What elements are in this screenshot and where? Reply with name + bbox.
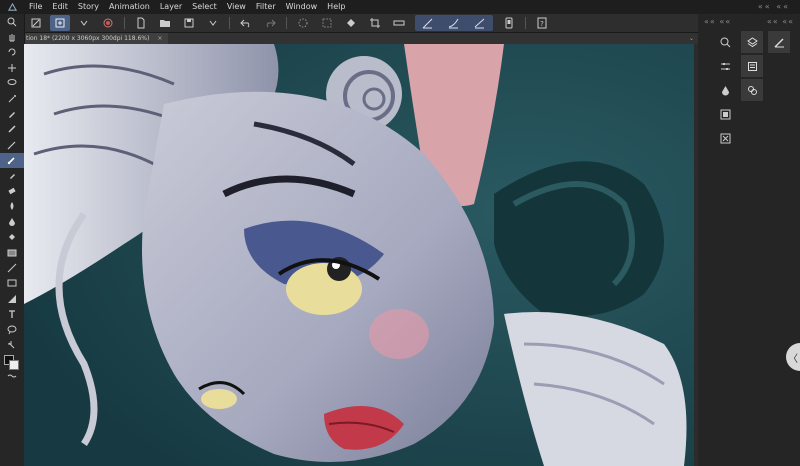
water-drop-icon[interactable] — [0, 214, 24, 229]
tool-palette — [0, 14, 25, 466]
frame-icon[interactable] — [0, 291, 24, 306]
sliders-icon[interactable] — [714, 55, 736, 77]
menu-animation[interactable]: Animation — [104, 0, 155, 14]
gradient-icon[interactable] — [0, 245, 24, 260]
menu-edit[interactable]: Edit — [47, 0, 73, 14]
panel-toggle-arrows[interactable]: «« «« — [758, 0, 790, 14]
chevron-down-icon[interactable]: ⌄ — [689, 33, 694, 44]
menu-help[interactable]: Help — [322, 0, 350, 14]
toolbar-divider — [229, 17, 230, 29]
dock-column-1 — [712, 30, 738, 150]
eyedropper-icon[interactable] — [0, 106, 24, 121]
svg-text:?: ? — [540, 20, 544, 28]
canvas-icon[interactable] — [26, 15, 46, 31]
background-color-swatch[interactable] — [9, 359, 19, 370]
water-drop-icon[interactable] — [714, 79, 736, 101]
balloon-icon[interactable] — [0, 322, 24, 337]
rectangle-icon[interactable] — [0, 276, 24, 291]
stabilize-icon[interactable] — [418, 15, 438, 31]
menu-bar: File Edit Story Animation Layer Select V… — [0, 0, 800, 14]
menu-story[interactable]: Story — [73, 0, 104, 14]
hand-icon[interactable] — [0, 29, 24, 44]
drawing-canvas[interactable] — [24, 44, 694, 466]
fill-bucket-icon[interactable] — [0, 229, 24, 244]
move-icon[interactable] — [0, 60, 24, 75]
brush-icon[interactable] — [0, 152, 24, 168]
line-icon[interactable] — [0, 260, 24, 275]
document-tab[interactable]: tion 18* (2200 x 3060px 300dpi 118.6%) × — [24, 33, 169, 44]
selection-line-icon[interactable] — [389, 15, 409, 31]
vector-icon[interactable] — [444, 15, 464, 31]
layers-icon[interactable] — [741, 31, 763, 53]
menu-file[interactable]: File — [24, 0, 47, 14]
toolbar-divider — [124, 17, 125, 29]
stabilizer-group — [415, 15, 493, 31]
close-box-icon[interactable] — [714, 127, 736, 149]
navigator-icon[interactable] — [714, 31, 736, 53]
menu-layer[interactable]: Layer — [155, 0, 187, 14]
blend-icon[interactable] — [0, 199, 24, 214]
help-icon[interactable]: ? — [532, 15, 552, 31]
redo-icon[interactable] — [260, 15, 280, 31]
rotate-icon[interactable] — [0, 45, 24, 60]
brush-size-icon[interactable] — [768, 31, 790, 53]
lasso-icon[interactable] — [0, 76, 24, 91]
eraser-icon[interactable] — [0, 183, 24, 198]
artwork-illustration — [24, 44, 694, 466]
panel-collapse-handle[interactable]: 〈 — [786, 343, 800, 371]
menu-filter[interactable]: Filter — [251, 0, 281, 14]
dock-column-3 — [766, 30, 792, 54]
undo-icon[interactable] — [236, 15, 256, 31]
fill-icon[interactable] — [341, 15, 361, 31]
close-icon[interactable]: × — [157, 35, 162, 42]
menu-select[interactable]: Select — [187, 0, 222, 14]
pencil-icon[interactable] — [0, 137, 24, 152]
document-tab-bar: tion 18* (2200 x 3060px 300dpi 118.6%) × … — [24, 33, 698, 44]
new-layer-icon[interactable] — [50, 15, 70, 31]
layer-stack-icon[interactable] — [741, 79, 763, 101]
magic-wand-icon[interactable] — [0, 91, 24, 106]
phone-icon[interactable] — [499, 15, 519, 31]
new-file-icon[interactable] — [131, 15, 151, 31]
dock-column-2 — [739, 30, 765, 102]
document-tab-title: tion 18* (2200 x 3060px 300dpi 118.6%) — [26, 35, 150, 42]
chevron-down-icon[interactable] — [203, 15, 223, 31]
marker-icon[interactable] — [0, 168, 24, 183]
command-bar: ? — [24, 14, 698, 33]
properties-icon[interactable] — [741, 55, 763, 77]
toolbar-divider — [286, 17, 287, 29]
pen-icon[interactable] — [0, 122, 24, 137]
zoom-icon[interactable] — [0, 14, 24, 29]
text-icon[interactable] — [0, 306, 24, 321]
record-icon[interactable] — [98, 15, 118, 31]
transform-icon[interactable] — [317, 15, 337, 31]
menu-window[interactable]: Window — [281, 0, 323, 14]
menu-view[interactable]: View — [222, 0, 251, 14]
toolbar-divider — [525, 17, 526, 29]
save-icon[interactable] — [179, 15, 199, 31]
clear-selection-icon[interactable] — [293, 15, 313, 31]
dock-header: «« «« «« «« — [698, 14, 800, 30]
chevron-down-icon[interactable] — [74, 15, 94, 31]
right-dock: «« «« «« «« 〈 — [698, 14, 800, 466]
crop-icon[interactable] — [365, 15, 385, 31]
open-folder-icon[interactable] — [155, 15, 175, 31]
frame-icon[interactable] — [714, 103, 736, 125]
dock-collapse-right[interactable]: «« «« — [767, 14, 794, 30]
wave-icon[interactable] — [0, 369, 24, 384]
app-icon[interactable] — [0, 0, 24, 14]
correction-icon[interactable] — [0, 337, 24, 352]
color-chips[interactable] — [0, 353, 24, 370]
stabilize-icon[interactable] — [470, 15, 490, 31]
dock-collapse-left[interactable]: «« «« — [704, 14, 731, 30]
